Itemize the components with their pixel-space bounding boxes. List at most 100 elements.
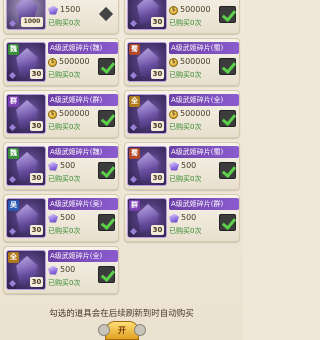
item-quantity: 30	[30, 121, 43, 131]
shop-item-card[interactable]: 蜀 30 A级武姬碎片(蜀) 500 已购买0次	[124, 142, 240, 190]
fragment-icon	[130, 124, 137, 131]
shop-item-card[interactable]: 群 30 A级武姬碎片(群) $500000 已购买0次	[3, 90, 119, 138]
toggle-knob-right	[134, 324, 146, 336]
item-price: 500	[48, 212, 75, 224]
item-quantity: 30	[30, 277, 43, 287]
faction-tag: 群	[129, 200, 140, 211]
shop-item-card[interactable]: 全 30 A级武姬碎片(全) 500 已购买0次	[3, 246, 119, 294]
fragment-icon	[9, 176, 16, 183]
auto-buy-checkbox[interactable]	[98, 266, 115, 283]
fragment-icon	[130, 176, 137, 183]
item-title: A级武姬碎片(全)	[48, 250, 118, 262]
item-price: 1500	[48, 4, 80, 16]
fragment-icon	[9, 20, 16, 27]
item-price: $500000	[169, 108, 211, 120]
purchase-count: 已购买0次	[169, 19, 202, 27]
faction-tag: 蜀	[129, 148, 140, 159]
item-quantity: 30	[30, 225, 43, 235]
shop-item-card[interactable]: 群 30 A级武姬碎片(群) 500 已购买0次	[124, 194, 240, 242]
faction-tag: 魏	[8, 44, 19, 55]
faction-tag: 吴	[8, 200, 19, 211]
faction-tag: 群	[8, 96, 19, 107]
auto-buy-checkbox[interactable]	[98, 110, 115, 127]
open-toggle-button[interactable]: 开	[98, 321, 146, 340]
diamond-icon[interactable]	[98, 6, 115, 23]
item-thumbnail: 全 30	[127, 94, 167, 134]
item-quantity: 30	[151, 69, 164, 79]
shop-item-card[interactable]: 全 30 A级武姬碎片(全) $500000 已购买0次	[124, 90, 240, 138]
auto-buy-checkbox[interactable]	[98, 214, 115, 231]
auto-buy-checkbox[interactable]	[219, 162, 236, 179]
purchase-count: 已购买0次	[169, 227, 202, 235]
item-quantity: 30	[151, 121, 164, 131]
item-thumbnail: 蜀 30	[127, 42, 167, 82]
gem-icon	[48, 161, 58, 171]
price-value: 1500	[60, 5, 81, 14]
item-title: A级武姬碎片(蜀)	[169, 146, 239, 158]
purchase-count: 已购买0次	[169, 123, 202, 131]
price-value: 500000	[180, 57, 211, 66]
gem-icon	[169, 161, 179, 171]
item-quantity: 30	[151, 17, 164, 27]
gem-icon	[48, 213, 58, 223]
item-price: $500000	[48, 108, 90, 120]
purchase-count: 已购买0次	[48, 175, 81, 183]
price-value: 500000	[180, 5, 211, 14]
item-price: 500	[48, 160, 75, 172]
coin-icon: $	[48, 109, 57, 119]
price-value: 500000	[180, 109, 211, 118]
item-price: 500	[169, 160, 196, 172]
shop-item-card[interactable]: 魏 30 A级武姬碎片(魏) 500 已购买0次	[3, 142, 119, 190]
auto-buy-checkbox[interactable]	[98, 162, 115, 179]
fragment-icon	[9, 72, 16, 79]
coin-icon: $	[169, 5, 178, 15]
purchase-count: 已购买0次	[48, 71, 81, 79]
purchase-count: 已购买0次	[169, 71, 202, 79]
shop-item-card[interactable]: 30 $500000 已购买0次	[124, 0, 240, 34]
item-thumbnail: 1000	[6, 0, 46, 30]
faction-tag: 全	[129, 96, 140, 107]
item-thumbnail: 蜀 30	[127, 146, 167, 186]
item-price: $500000	[48, 56, 90, 68]
faction-tag: 魏	[8, 148, 19, 159]
auto-buy-checkbox[interactable]	[219, 58, 236, 75]
auto-buy-checkbox[interactable]	[219, 110, 236, 127]
item-title: A级武姬碎片(群)	[48, 94, 118, 106]
price-value: 500	[60, 265, 76, 274]
shop-item-card[interactable]: 1000 1500 已购买0次	[3, 0, 119, 34]
item-title: A级武姬碎片(魏)	[48, 42, 118, 54]
item-price: 500	[169, 212, 196, 224]
item-price: 500	[48, 264, 75, 276]
item-quantity: 30	[30, 173, 43, 183]
item-price: $500000	[169, 56, 211, 68]
shop-item-card[interactable]: 蜀 30 A级武姬碎片(蜀) $500000 已购买0次	[124, 38, 240, 86]
fragment-icon	[9, 280, 16, 287]
open-button-label: 开	[118, 326, 126, 335]
item-thumbnail: 魏 30	[6, 146, 46, 186]
item-thumbnail: 30	[127, 0, 167, 30]
shop-panel: 1000 1500 已购买0次 30 $500000 已购买0次魏 30 A级武姬碎片(魏) $…	[0, 0, 243, 340]
toggle-knob-left	[98, 324, 110, 336]
item-thumbnail: 吴 30	[6, 198, 46, 238]
item-price: $500000	[169, 4, 211, 16]
item-thumbnail: 群 30	[127, 198, 167, 238]
price-value: 500000	[59, 109, 90, 118]
item-title: A级武姬碎片(魏)	[48, 146, 118, 158]
fragment-icon	[130, 20, 137, 27]
item-title: A级武姬碎片(吴)	[48, 198, 118, 210]
item-thumbnail: 魏 30	[6, 42, 46, 82]
shop-item-card[interactable]: 吴 30 A级武姬碎片(吴) 500 已购买0次	[3, 194, 119, 242]
auto-buy-checkbox[interactable]	[98, 58, 115, 75]
auto-buy-note: 勾选的道具会在后续刷新到时自动购买	[49, 309, 194, 319]
purchase-count: 已购买0次	[169, 175, 202, 183]
item-quantity: 30	[30, 69, 43, 79]
item-quantity: 1000	[21, 17, 43, 27]
shop-item-card[interactable]: 魏 30 A级武姬碎片(魏) $500000 已购买0次	[3, 38, 119, 86]
auto-buy-checkbox[interactable]	[219, 6, 236, 23]
item-thumbnail: 群 30	[6, 94, 46, 134]
price-value: 500000	[59, 57, 90, 66]
faction-tag: 全	[8, 252, 19, 263]
item-title: A级武姬碎片(群)	[169, 198, 239, 210]
gem-icon	[48, 265, 58, 275]
auto-buy-checkbox[interactable]	[219, 214, 236, 231]
